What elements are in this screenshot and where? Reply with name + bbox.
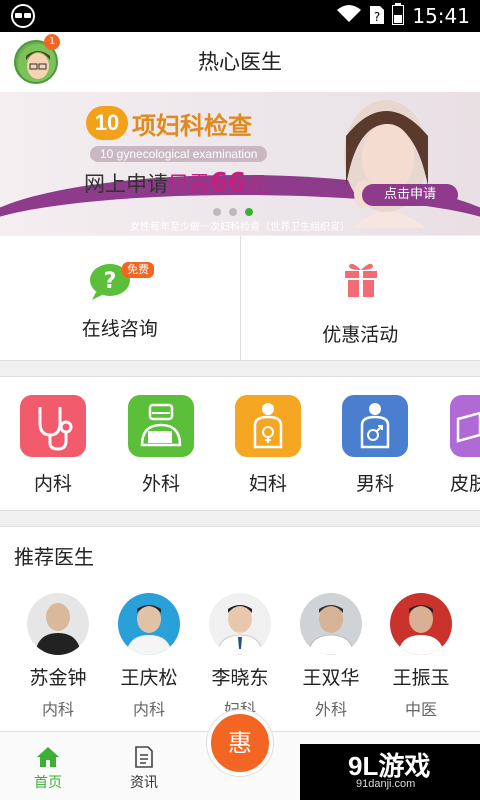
doctor-card[interactable]: 李晓东 妇科: [195, 593, 285, 720]
dept-label: 皮肤: [450, 473, 480, 495]
app-header: 热心医生 1: [0, 32, 480, 92]
skin-icon: [450, 395, 480, 457]
doctor-card[interactable]: 苏金钟 内科: [13, 593, 103, 720]
dept-gynecology[interactable]: 妇科: [235, 395, 303, 496]
dept-andrology[interactable]: 男科: [342, 395, 410, 496]
banner-model-image: [344, 100, 428, 228]
banner-title: 项妇科检查: [132, 112, 252, 140]
online-consult-button[interactable]: ? 免费 在线咨询: [0, 236, 240, 360]
female-icon: [235, 395, 301, 457]
free-tag: 免费: [122, 262, 154, 278]
notification-badge: 1: [44, 34, 60, 50]
dept-label: 外科: [141, 473, 180, 495]
document-icon: [132, 746, 156, 768]
doctor-dept: 外科: [314, 700, 347, 719]
gift-icon: [344, 263, 377, 297]
department-list[interactable]: 内科 外科 妇科 男科 皮: [0, 376, 480, 511]
doctor-photo: [300, 593, 362, 655]
watermark-url: 91danji.com: [356, 778, 416, 790]
bottom-tab-bar: 首页 资讯 惠 社 9L游戏 91danji.com: [0, 710, 480, 800]
dept-surgery[interactable]: 外科: [128, 395, 196, 496]
tab-label: 首页: [34, 775, 62, 791]
quick-actions: ? 免费 在线咨询 优惠活动: [0, 236, 480, 361]
doctor-name: 苏金钟: [29, 667, 87, 689]
doctor-name: 王振玉: [392, 667, 450, 689]
carousel-dot[interactable]: [213, 208, 221, 216]
doctor-card[interactable]: 王双华 外科: [286, 593, 376, 720]
doctor-name: 王庆松: [120, 667, 178, 689]
doctor-card[interactable]: 王振玉 中医: [376, 593, 466, 720]
tab-label: 资讯: [130, 775, 158, 791]
page-title: 热心医生: [198, 50, 282, 74]
doctor-photo: [27, 593, 89, 655]
svg-text:?: ?: [374, 10, 380, 24]
doctor-photo: [118, 593, 180, 655]
promotions-button[interactable]: 优惠活动: [239, 236, 480, 360]
dept-label: 内科: [33, 473, 72, 495]
banner-offer: 网上申请只需66元: [84, 168, 268, 198]
doctor-dept: 中医: [404, 700, 437, 719]
stethoscope-icon: [20, 395, 86, 457]
watermark: 9L游戏 91danji.com: [300, 744, 480, 800]
surgeon-icon: [128, 395, 194, 457]
male-icon: [342, 395, 408, 457]
doctor-dept: 内科: [132, 700, 165, 719]
doctor-name: 王双华: [302, 667, 360, 689]
glasses-icon: [10, 4, 36, 28]
doctor-photo: [390, 593, 452, 655]
tab-home[interactable]: 首页: [0, 732, 96, 800]
apply-button[interactable]: 点击申请: [362, 184, 458, 206]
banner-number: 10: [86, 106, 128, 140]
tab-news[interactable]: 资讯: [96, 732, 192, 800]
doctor-photo: [209, 593, 271, 655]
dept-label: 妇科: [248, 473, 287, 495]
carousel-dots[interactable]: [213, 208, 253, 216]
carousel-dot-active[interactable]: [245, 208, 253, 216]
carousel-dot[interactable]: [229, 208, 237, 216]
promotions-label: 优惠活动: [322, 324, 399, 346]
doctor-name: 李晓东: [211, 667, 269, 689]
recommended-doctors: 推荐医生 苏金钟 内科 王庆松 内科 李晓东 王双华 外科 王振玉 中医: [0, 526, 480, 731]
promo-banner[interactable]: 10 项妇科检查 10 gynecological examination 网上…: [0, 92, 480, 235]
banner-footer: 女性每年至少做一次妇科检查（世界卫生组织宣）: [130, 222, 350, 233]
sim-icon: ?: [370, 4, 385, 28]
dept-label: 男科: [355, 473, 394, 495]
online-consult-label: 在线咨询: [81, 318, 158, 340]
doctor-card[interactable]: 王庆松 内科: [104, 593, 194, 720]
banner-subtitle: 10 gynecological examination: [90, 146, 268, 162]
dept-internal-medicine[interactable]: 内科: [20, 395, 88, 496]
battery-icon: [392, 3, 405, 29]
section-title: 推荐医生: [14, 545, 94, 569]
dept-dermatology[interactable]: 皮肤: [450, 395, 480, 496]
svg-text:?: ?: [104, 269, 117, 294]
clock: 15:41: [412, 4, 470, 28]
doctor-dept: 内科: [41, 700, 74, 719]
home-icon: [36, 746, 60, 768]
wifi-icon: [336, 4, 362, 28]
status-bar: ? 15:41: [0, 0, 480, 32]
discount-center-button[interactable]: 惠: [207, 710, 273, 776]
